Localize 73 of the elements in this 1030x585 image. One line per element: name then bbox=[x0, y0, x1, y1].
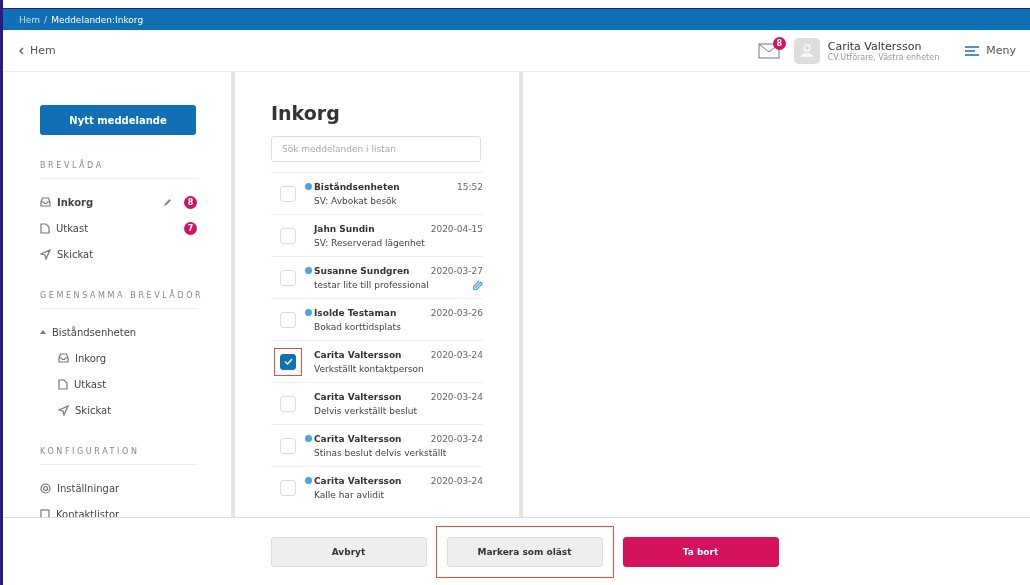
send-icon bbox=[58, 404, 69, 416]
search-field[interactable]: Sök meddelanden i listan bbox=[271, 136, 481, 162]
sidebar-item[interactable]: Utkast 7 bbox=[40, 215, 197, 241]
menu-icon bbox=[965, 45, 980, 56]
checkmark-icon bbox=[283, 358, 293, 365]
back-link[interactable]: Hem bbox=[19, 44, 56, 57]
message-date: 15:52 bbox=[457, 181, 483, 192]
person-icon bbox=[800, 44, 813, 57]
message-row[interactable]: Jahn Sundin 2020-04-15 SV: Reserverad lägenhet bbox=[271, 214, 483, 256]
count-badge: 7 bbox=[184, 221, 197, 235]
message-row[interactable]: Isolde Testaman 2020-03-26 Bokad korttidsplats bbox=[271, 298, 483, 340]
sidebar-item[interactable]: Skickat bbox=[40, 397, 197, 423]
sidebar-item[interactable]: Utkast bbox=[40, 371, 197, 397]
document-icon bbox=[40, 222, 50, 234]
inbox-icon bbox=[58, 353, 69, 363]
breadcrumb-separator: / bbox=[44, 14, 48, 25]
sidebar-item[interactable]: Kontaktlistor bbox=[40, 501, 197, 517]
sidebar-item[interactable]: Inkorg bbox=[40, 345, 197, 371]
sidebar-item[interactable]: Skickat bbox=[40, 241, 197, 267]
message-subject: Kalle har avlidit bbox=[314, 489, 385, 500]
message-subject: testar lite till professional bbox=[314, 279, 429, 290]
section-title: BREVLÅDA bbox=[40, 161, 197, 179]
sidebar-item[interactable]: Biståndsenheten bbox=[40, 319, 197, 345]
user-role: CV.Utförare, Västra enheten bbox=[827, 52, 940, 62]
menu-button[interactable]: Meny bbox=[965, 44, 1016, 57]
breadcrumb-link[interactable]: Hem bbox=[19, 14, 41, 25]
checkbox[interactable] bbox=[280, 353, 296, 370]
message-date: 2020-03-24 bbox=[430, 475, 483, 486]
message-row[interactable]: Biståndsenheten 15:52 SV: Avbokat besök bbox=[271, 172, 483, 214]
section-title: KONFIGURATION bbox=[40, 447, 197, 465]
sidebar-item[interactable]: Inställningar bbox=[40, 475, 197, 501]
chevron-left-icon bbox=[19, 46, 24, 55]
message-date: 2020-03-26 bbox=[430, 307, 483, 318]
message-sender: Carita Valtersson bbox=[314, 391, 402, 402]
message-subject: Delvis verkställt beslut bbox=[314, 405, 417, 416]
message-sender: Isolde Testaman bbox=[314, 307, 397, 318]
message-row[interactable]: Carita Valtersson 2020-03-24 Stinas beslut delvis verkställt bbox=[271, 424, 483, 466]
sidebar-item[interactable]: Inkorg 8 bbox=[40, 189, 197, 215]
message-sender: Carita Valtersson bbox=[314, 433, 402, 444]
message-row[interactable]: Carita Valtersson 2020-03-24 Delvis verkställt beslut bbox=[271, 382, 483, 424]
message-date: 2020-03-24 bbox=[430, 433, 483, 444]
document-icon bbox=[58, 378, 68, 390]
caret-up-icon[interactable] bbox=[40, 330, 46, 334]
contacts-icon bbox=[40, 508, 50, 517]
message-sender: Jahn Sundin bbox=[314, 223, 375, 234]
action-button[interactable]: Markera som oläst bbox=[446, 536, 603, 567]
message-sender: Susanne Sundgren bbox=[314, 265, 410, 276]
settings-icon bbox=[40, 482, 51, 494]
action-button[interactable]: Ta bort bbox=[622, 536, 779, 567]
message-date: 2020-03-24 bbox=[430, 391, 483, 402]
message-date: 2020-04-15 bbox=[430, 223, 483, 234]
message-subject: Verkställt kontaktperson bbox=[314, 363, 424, 374]
message-subject: Bokad korttidsplats bbox=[314, 321, 401, 332]
message-row[interactable]: Susanne Sundgren 2020-03-27 testar lite till professional bbox=[271, 256, 483, 298]
inbox-icon bbox=[40, 197, 51, 207]
message-sender: Carita Valtersson bbox=[314, 475, 402, 486]
new-message-button[interactable]: Nytt meddelande bbox=[40, 105, 196, 135]
message-row[interactable]: Carita Valtersson 2020-03-24 Verkställt kontaktperson bbox=[271, 340, 483, 382]
breadcrumb-current: Meddelanden:Inkorg bbox=[51, 14, 144, 25]
action-button[interactable]: Avbryt bbox=[270, 536, 427, 567]
notification-badge: 8 bbox=[772, 36, 786, 50]
user-name: Carita Valtersson bbox=[827, 39, 923, 53]
message-sender: Biståndsenheten bbox=[314, 181, 400, 192]
message-date: 2020-03-24 bbox=[430, 349, 483, 360]
page-title: Inkorg bbox=[271, 102, 341, 124]
message-row[interactable]: Carita Valtersson 2020-03-24 Kalle har avlidit bbox=[271, 466, 483, 508]
message-subject: SV: Reserverad lägenhet bbox=[314, 237, 425, 248]
message-subject: SV: Avbokat besök bbox=[314, 195, 397, 206]
message-subject: Stinas beslut delvis verkställt bbox=[314, 447, 447, 458]
count-badge: 8 bbox=[184, 195, 197, 209]
message-sender: Carita Valtersson bbox=[314, 349, 402, 360]
send-icon bbox=[40, 248, 51, 260]
message-date: 2020-03-27 bbox=[430, 265, 483, 276]
